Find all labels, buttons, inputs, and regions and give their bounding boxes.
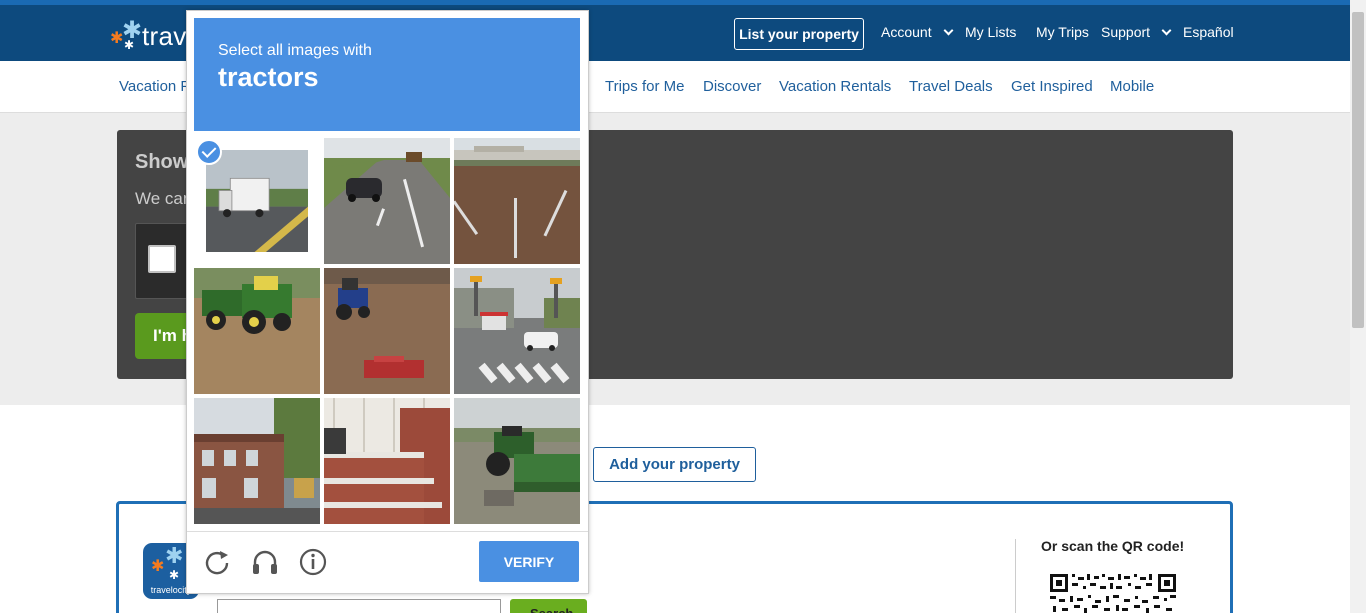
svg-text:✱: ✱ [165, 543, 183, 568]
subnav-travel-deals[interactable]: Travel Deals [909, 78, 993, 95]
captcha-tile-6[interactable] [454, 268, 580, 394]
language-link[interactable]: Español [1183, 24, 1234, 40]
subnav-vacation-packages[interactable]: Vacation P [119, 78, 190, 95]
my-trips-link[interactable]: My Trips [1036, 24, 1089, 40]
subnav-vacation-rentals[interactable]: Vacation Rentals [779, 78, 891, 95]
bot-check-title: Show [135, 151, 189, 173]
subnav-discover[interactable]: Discover [703, 78, 761, 95]
logo-star-icon: ✱ ✱ ✱ [110, 17, 143, 52]
app-search-button[interactable]: Search [510, 599, 587, 613]
tile-image-intersection [454, 268, 580, 394]
captcha-tile-9[interactable] [454, 398, 580, 524]
captcha-instruction: Select all images with [218, 42, 372, 59]
bot-check-subtitle: We can [135, 189, 193, 208]
subnav-mobile[interactable]: Mobile [1110, 78, 1154, 95]
recaptcha-checkbox[interactable] [148, 245, 176, 273]
tile-image-tractor-equipment [454, 398, 580, 524]
reload-icon[interactable] [202, 547, 232, 577]
subnav-get-inspired[interactable]: Get Inspired [1011, 78, 1093, 95]
chevron-down-icon [1161, 25, 1172, 35]
my-trips-label: My Trips [1036, 24, 1089, 40]
account-label: Account [881, 24, 932, 40]
tile-image-steps [324, 398, 450, 524]
svg-text:✱: ✱ [169, 568, 179, 582]
chevron-down-icon [943, 25, 954, 35]
info-icon[interactable] [298, 547, 328, 577]
my-lists-link[interactable]: My Lists [965, 24, 1016, 40]
captcha-tile-2[interactable] [324, 138, 450, 264]
tile-image-car-highway [324, 138, 450, 264]
tile-image-buildings [194, 398, 320, 524]
my-lists-label: My Lists [965, 24, 1017, 40]
tile-image-blue-tractor [324, 268, 450, 394]
tile-image-green-tractors [194, 268, 320, 394]
list-your-property-button[interactable]: List your property [734, 18, 864, 50]
captcha-tile-3[interactable] [454, 138, 580, 264]
captcha-tile-8[interactable] [324, 398, 450, 524]
verify-button[interactable]: VERIFY [479, 541, 579, 582]
account-menu[interactable]: Account [881, 24, 954, 40]
captcha-tile-5[interactable] [324, 268, 450, 394]
phone-number-input[interactable] [217, 599, 501, 613]
language-label: Español [1183, 24, 1234, 40]
add-your-property-button[interactable]: Add your property [593, 447, 756, 482]
selected-checkmark-icon [196, 139, 222, 165]
captcha-target: tractors [218, 62, 319, 92]
scrollbar-thumb[interactable] [1352, 12, 1364, 328]
headphones-icon[interactable] [250, 547, 280, 577]
subnav-trips-for-me[interactable]: Trips for Me [605, 78, 684, 95]
support-menu[interactable]: Support [1101, 24, 1172, 40]
captcha-footer-divider [187, 531, 588, 532]
svg-text:✱: ✱ [151, 558, 164, 575]
divider [1015, 539, 1016, 613]
captcha-tile-7[interactable] [194, 398, 320, 524]
captcha-tile-4[interactable] [194, 268, 320, 394]
support-label: Support [1101, 24, 1151, 40]
qr-caption: Or scan the QR code! [1041, 538, 1185, 554]
tile-image-road [454, 138, 580, 264]
qr-code [1050, 574, 1176, 613]
tile-image-truck [206, 150, 308, 252]
